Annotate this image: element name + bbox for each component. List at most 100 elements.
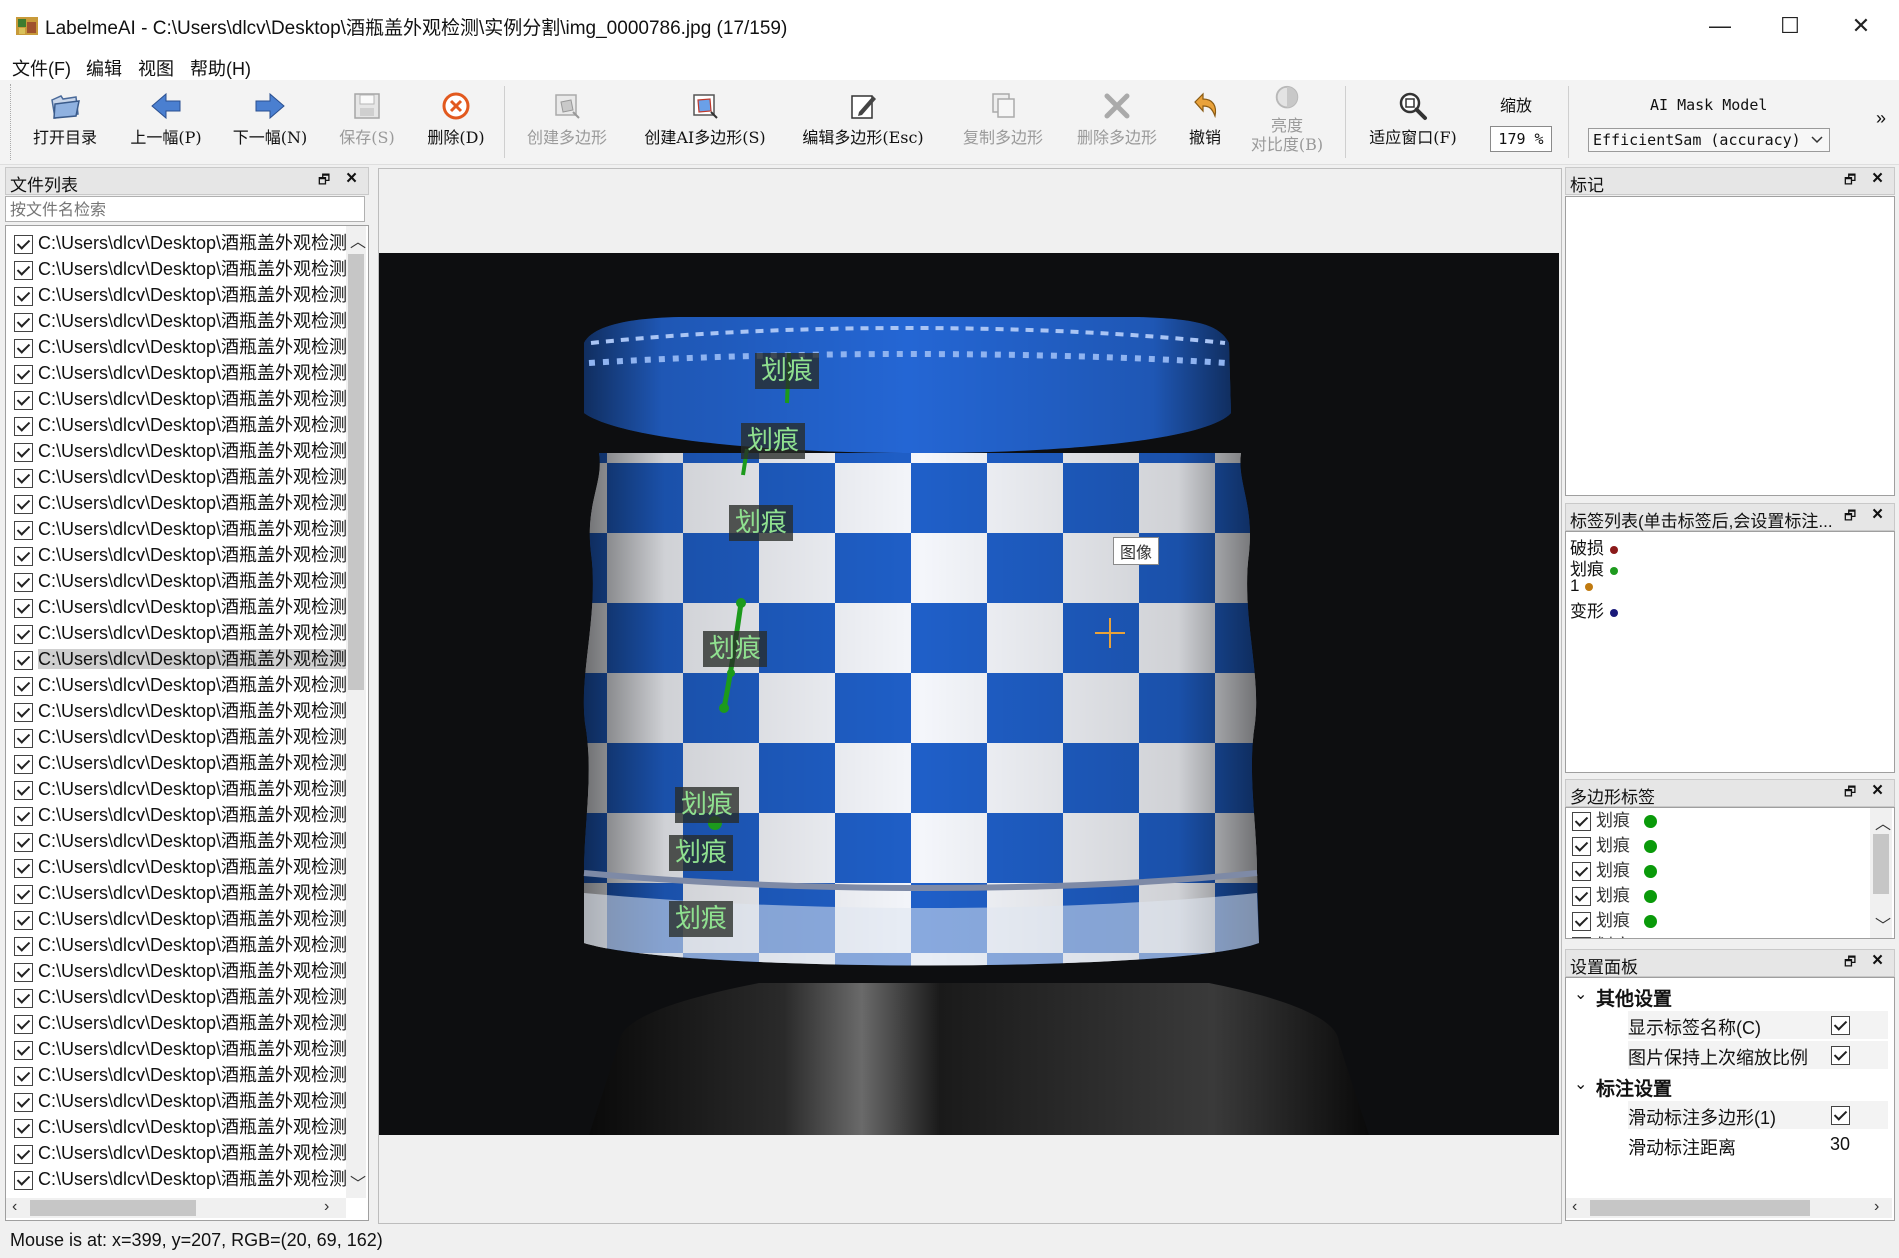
canvas-area[interactable]: 划痕 划痕 划痕 划痕 划痕 划痕 划痕 图像 [378, 168, 1562, 1224]
minimize-button[interactable]: — [1685, 0, 1755, 52]
polygon-list-item[interactable]: 划痕 [1572, 934, 1657, 938]
file-list-item[interactable]: C:\Users\dlcv\Desktop\酒瓶盖外观检测\实例分割\img_0… [14, 958, 348, 984]
file-checkbox[interactable] [14, 676, 33, 696]
label-list-item[interactable]: 变形 [1570, 597, 1618, 622]
slide-polygon-checkbox[interactable] [1831, 1106, 1850, 1125]
menu-edit[interactable]: 编辑 [86, 55, 122, 81]
toolbar-grip[interactable] [10, 84, 14, 160]
file-list-item[interactable]: C:\Users\dlcv\Desktop\酒瓶盖外观检测\实例分割\img_0… [14, 568, 348, 594]
file-checkbox[interactable] [14, 858, 33, 878]
file-checkbox[interactable] [14, 936, 33, 956]
menu-help[interactable]: 帮助(H) [190, 55, 251, 81]
file-list-item[interactable]: C:\Users\dlcv\Desktop\酒瓶盖外观检测\实例分割\img_0… [14, 620, 348, 646]
file-list-item[interactable]: C:\Users\dlcv\Desktop\酒瓶盖外观检测\实例分割\img_0… [14, 360, 348, 386]
close-icon[interactable]: × [1872, 168, 1883, 190]
polygon-visible-checkbox[interactable] [1572, 912, 1591, 931]
file-list-item[interactable]: C:\Users\dlcv\Desktop\酒瓶盖外观检测\实例分割\img_0… [14, 906, 348, 932]
annotation-label[interactable]: 划痕 [729, 505, 794, 541]
file-list-item[interactable]: C:\Users\dlcv\Desktop\酒瓶盖外观检测\实例分割\img_0… [14, 646, 348, 672]
polygon-visible-checkbox[interactable] [1572, 937, 1591, 938]
annotation-label[interactable]: 划痕 [703, 631, 768, 667]
file-checkbox[interactable] [14, 234, 33, 254]
scroll-left-icon[interactable]: ‹ [1572, 1198, 1577, 1216]
scroll-up-icon[interactable]: ︿ [1875, 810, 1891, 834]
file-list-item[interactable]: C:\Users\dlcv\Desktop\酒瓶盖外观检测\实例分割\img_0… [14, 594, 348, 620]
file-checkbox[interactable] [14, 338, 33, 358]
file-checkbox[interactable] [14, 390, 33, 410]
file-list-item[interactable]: C:\Users\dlcv\Desktop\酒瓶盖外观检测\实例分割\img_0… [14, 984, 348, 1010]
polygon-visible-checkbox[interactable] [1572, 812, 1591, 831]
file-checkbox[interactable] [14, 780, 33, 800]
zoom-spinbox[interactable]: 179 % [1490, 126, 1552, 152]
settings-hscroll[interactable]: ‹ › [1566, 1198, 1892, 1218]
file-checkbox[interactable] [14, 1092, 33, 1112]
float-icon[interactable]: 🗗 [1844, 953, 1856, 975]
prev-image-button[interactable]: 上一幅(P) [120, 80, 212, 164]
file-list-hscroll-thumb[interactable] [30, 1200, 196, 1216]
file-checkbox[interactable] [14, 598, 33, 618]
scroll-right-icon[interactable]: › [324, 1198, 329, 1216]
file-list-item[interactable]: C:\Users\dlcv\Desktop\酒瓶盖外观检测\实例分割\img_0… [14, 724, 348, 750]
file-list-item[interactable]: C:\Users\dlcv\Desktop\酒瓶盖外观检测\实例分割\img_0… [14, 230, 348, 256]
create-polygon-button[interactable]: 创建多边形 [512, 80, 622, 164]
file-list-item[interactable]: C:\Users\dlcv\Desktop\酒瓶盖外观检测\实例分割\img_0… [14, 334, 348, 360]
scroll-right-icon[interactable]: › [1874, 1198, 1879, 1216]
polygon-list-scroll-thumb[interactable] [1873, 834, 1889, 894]
file-list-item[interactable]: C:\Users\dlcv\Desktop\酒瓶盖外观检测\实例分割\img_0… [14, 776, 348, 802]
file-checkbox[interactable] [14, 1170, 33, 1190]
file-search-input[interactable] [5, 196, 365, 222]
open-dir-button[interactable]: 打开目录 [22, 80, 108, 164]
annotation-label[interactable]: 划痕 [755, 353, 820, 389]
file-list-item[interactable]: C:\Users\dlcv\Desktop\酒瓶盖外观检测\实例分割\img_0… [14, 750, 348, 776]
maximize-button[interactable]: ☐ [1755, 0, 1825, 52]
file-list-item[interactable]: C:\Users\dlcv\Desktop\酒瓶盖外观检测\实例分割\img_0… [14, 516, 348, 542]
file-checkbox[interactable] [14, 806, 33, 826]
file-list-item[interactable]: C:\Users\dlcv\Desktop\酒瓶盖外观检测\实例分割\img_0… [14, 1010, 348, 1036]
edit-polygon-button[interactable]: 编辑多边形(Esc) [790, 80, 936, 164]
menu-view[interactable]: 视图 [138, 55, 174, 81]
save-button[interactable]: 保存(S) [328, 80, 406, 164]
float-icon[interactable]: 🗗 [318, 171, 330, 193]
file-checkbox[interactable] [14, 988, 33, 1008]
file-checkbox[interactable] [14, 572, 33, 592]
file-checkbox[interactable] [14, 312, 33, 332]
file-checkbox[interactable] [14, 1144, 33, 1164]
file-list-item[interactable]: C:\Users\dlcv\Desktop\酒瓶盖外观检测\实例分割\img_0… [14, 282, 348, 308]
file-checkbox[interactable] [14, 1066, 33, 1086]
image-canvas[interactable] [379, 253, 1559, 1135]
polygon-list-item[interactable]: 划痕 [1572, 834, 1657, 859]
file-list-item[interactable]: C:\Users\dlcv\Desktop\酒瓶盖外观检测\实例分割\img_0… [14, 1114, 348, 1140]
label-list-item[interactable]: 1 [1570, 576, 1594, 596]
show-label-name-checkbox[interactable] [1831, 1016, 1850, 1035]
file-list-item[interactable]: C:\Users\dlcv\Desktop\酒瓶盖外观检测\实例分割\img_0… [14, 256, 348, 282]
file-checkbox[interactable] [14, 1040, 33, 1060]
file-list-item[interactable]: C:\Users\dlcv\Desktop\酒瓶盖外观检测\实例分割\img_0… [14, 308, 348, 334]
polygon-visible-checkbox[interactable] [1572, 837, 1591, 856]
file-list-item[interactable]: C:\Users\dlcv\Desktop\酒瓶盖外观检测\实例分割\img_0… [14, 438, 348, 464]
polygon-list-item[interactable]: 划痕 [1572, 884, 1657, 909]
file-checkbox[interactable] [14, 520, 33, 540]
menu-file[interactable]: 文件(F) [12, 55, 71, 81]
file-checkbox[interactable] [14, 884, 33, 904]
file-list-vscroll[interactable]: ︿ ﹀ [346, 226, 366, 1198]
settings-hscroll-thumb[interactable] [1590, 1200, 1810, 1216]
file-checkbox[interactable] [14, 1014, 33, 1034]
file-list-item[interactable]: C:\Users\dlcv\Desktop\酒瓶盖外观检测\实例分割\img_0… [14, 386, 348, 412]
scroll-left-icon[interactable]: ‹ [12, 1198, 17, 1216]
polygon-list-vscroll[interactable]: ︿ ﹀ [1870, 808, 1892, 938]
close-icon[interactable]: × [1872, 950, 1883, 972]
polygon-list-item[interactable]: 划痕 [1572, 859, 1657, 884]
close-icon[interactable]: × [1872, 504, 1883, 526]
float-icon[interactable]: 🗗 [1844, 171, 1856, 193]
file-list-item[interactable]: C:\Users\dlcv\Desktop\酒瓶盖外观检测\实例分割\img_0… [14, 932, 348, 958]
ai-model-select[interactable]: EfficientSam (accuracy) [1588, 128, 1830, 152]
collapse-arrow-icon[interactable]: ⌄ [1574, 1074, 1587, 1094]
float-icon[interactable]: 🗗 [1844, 507, 1856, 529]
close-icon[interactable]: × [1872, 780, 1883, 802]
undo-button[interactable]: 撤销 [1180, 80, 1230, 164]
file-list-item[interactable]: C:\Users\dlcv\Desktop\酒瓶盖外观检测\实例分割\img_0… [14, 1166, 348, 1192]
annotation-label[interactable]: 划痕 [741, 423, 806, 459]
file-list-item[interactable]: C:\Users\dlcv\Desktop\酒瓶盖外观检测\实例分割\img_0… [14, 412, 348, 438]
file-checkbox[interactable] [14, 546, 33, 566]
float-icon[interactable]: 🗗 [1844, 783, 1856, 805]
